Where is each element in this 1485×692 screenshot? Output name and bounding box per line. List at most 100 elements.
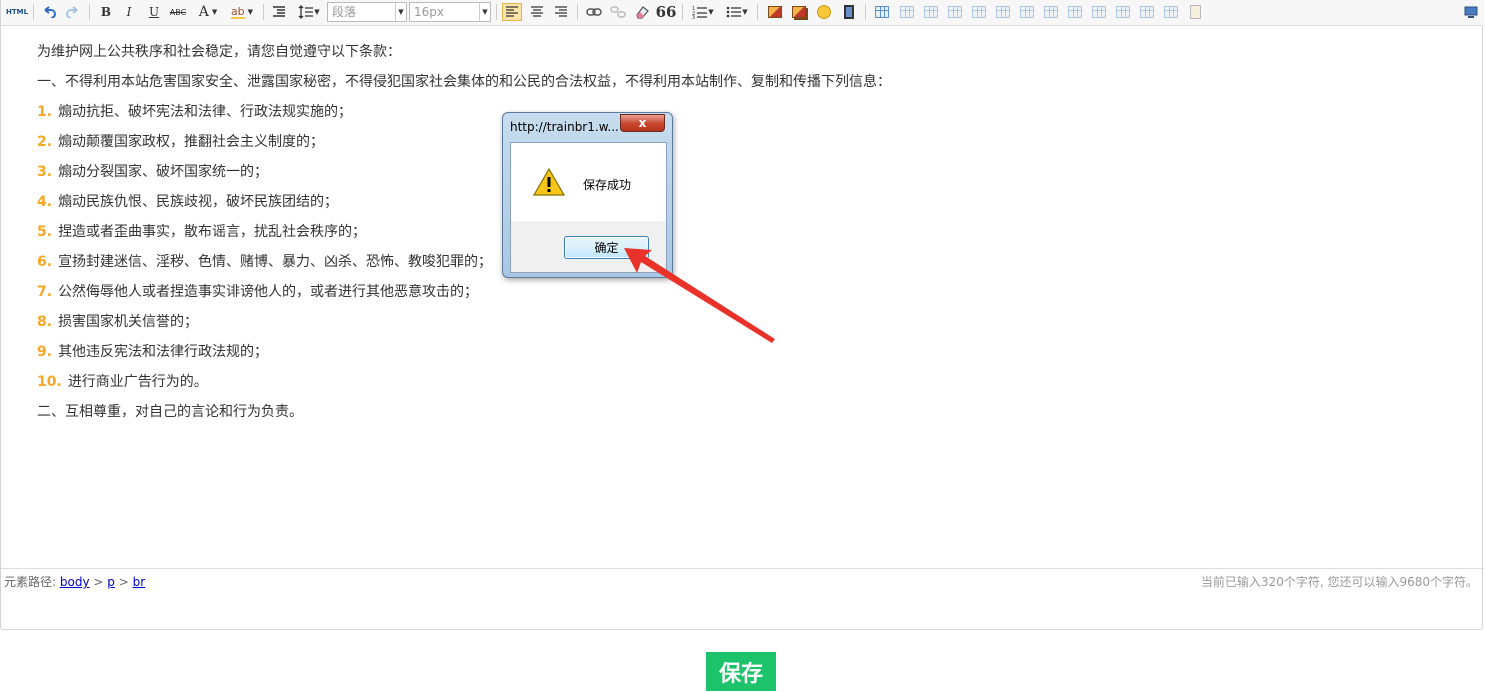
list-item-text: 进行商业广告行为的。 [67,374,208,390]
emotion-button[interactable] [814,3,834,21]
list-item-text: 煽动抗拒、破坏宪法和法律、行政法规实施的； [58,104,353,120]
insert-video-button[interactable] [839,3,859,21]
bold-button[interactable]: B [96,3,116,21]
split-rows-button[interactable] [1137,3,1157,21]
list-item-number: 8. [37,314,53,330]
multi-image-button[interactable] [789,3,809,21]
editor-content-area[interactable]: 为维护网上公共秩序和社会稳定，请您自觉遵守以下条款： 一、不得利用本站危害国家安… [1,27,1484,567]
list-item-number: 6. [37,254,53,270]
character-counter: 当前已输入320个字符, 您还可以输入9680个字符。 [1200,575,1478,589]
chevron-down-icon: ▼ [395,3,406,21]
list-item-text: 煽动颠覆国家政权，推翻社会主义制度的； [58,134,325,150]
list-item-text: 损害国家机关信誉的； [58,314,199,330]
path-crumb-body[interactable]: body [60,575,90,589]
unordered-list-button[interactable]: ▼ [723,3,751,21]
chevron-down-icon: ▼ [247,8,254,16]
eraser-button[interactable] [632,3,652,21]
undo-button[interactable] [39,3,59,21]
insert-table-button[interactable] [872,3,892,21]
italic-button[interactable]: I [119,3,139,21]
path-crumb-br[interactable]: br [133,575,146,589]
list-item: 6. 宣扬封建迷信、淫秽、色情、赌博、暴力、凶杀、恐怖、教唆犯罪的； [37,251,492,271]
align-center-icon [531,6,543,17]
merge-right-button[interactable] [1065,3,1085,21]
path-separator: > [93,575,104,589]
element-path-label: 元素路径: [4,575,57,589]
dialog-ok-button[interactable]: 确定 [564,236,649,259]
list-item: 9. 其他违反宪法和法律行政法规的； [37,341,268,361]
document-icon [1189,5,1201,19]
font-color-button[interactable]: A ▼ [195,3,221,21]
toolbar-separator [757,4,758,20]
toolbar-separator [33,4,34,20]
table-properties-button[interactable] [1185,3,1205,21]
insert-paragraph-before-table-button[interactable] [921,3,941,21]
line-height-button[interactable]: ▼ [295,3,323,21]
strikethrough-button[interactable]: ABC [168,3,188,21]
blockquote-button[interactable]: 66 [656,3,677,21]
insert-column-button[interactable] [993,3,1013,21]
table-icon [875,6,889,18]
eraser-icon [636,6,649,19]
underline-button[interactable]: U [144,3,164,21]
align-left-button[interactable] [502,3,522,21]
highlight-icon: ab [230,4,245,19]
align-right-button[interactable] [551,3,571,21]
delete-row-icon [972,6,986,18]
indent-button[interactable] [269,3,289,21]
list-item: 7. 公然侮辱他人或者捏造事实诽谤他人的，或者进行其他恶意攻击的； [37,281,478,301]
highlight-button[interactable]: ab ▼ [227,3,257,21]
align-right-icon [555,6,567,17]
list-item: 3. 煽动分裂国家、破坏国家统一的； [37,161,268,181]
dialog-title: http://trainbr1.w... [510,120,619,134]
chevron-down-icon: ▼ [479,3,490,21]
element-path-bar: 元素路径: body > p > br 当前已输入320个字符, 您还可以输入9… [1,568,1484,590]
delete-column-button[interactable] [1017,3,1037,21]
close-icon: x [638,116,647,130]
dialog-message: 保存成功 [583,178,632,192]
split-cells-button[interactable] [1113,3,1133,21]
list-item-text: 煽动民族仇恨、民族歧视，破坏民族团结的； [58,194,339,210]
film-icon [844,5,854,19]
paragraph-format-select[interactable]: 段落 ▼ [327,2,407,22]
align-left-icon [506,6,518,17]
list-item-number: 7. [37,284,53,300]
insert-image-button[interactable] [765,3,785,21]
chevron-down-icon: ▼ [211,8,218,16]
font-size-select[interactable]: 16px ▼ [409,2,491,22]
toolbar-separator [263,4,264,20]
split-rows-icon [1140,6,1154,18]
redo-icon [66,6,78,18]
clause-two-text: 二、互相尊重，对自己的言论和行为负责。 [37,404,303,420]
insert-row-icon [948,6,962,18]
save-button[interactable]: 保存 [706,652,776,691]
merge-cells-button[interactable] [1041,3,1061,21]
ordered-list-button[interactable]: 1 2 3 ▼ [689,3,717,21]
redo-button[interactable] [63,3,83,21]
list-item: 4. 煽动民族仇恨、民族歧视，破坏民族团结的； [37,191,338,211]
delete-row-button[interactable] [969,3,989,21]
list-item-text: 捏造或者歪曲事实，散布谣言，扰乱社会秩序的； [58,224,367,240]
unlink-button[interactable] [608,3,628,21]
warning-icon [533,168,565,196]
merge-down-button[interactable] [1089,3,1109,21]
link-button[interactable] [584,3,604,21]
delete-table-button[interactable] [897,3,917,21]
delete-column-icon [1020,6,1034,18]
list-item-text: 宣扬封建迷信、淫秽、色情、赌博、暴力、凶杀、恐怖、教唆犯罪的； [58,254,493,270]
dialog-body: 保存成功 确定 [510,142,667,273]
align-center-button[interactable] [527,3,547,21]
path-crumb-p[interactable]: p [107,575,115,589]
dialog-close-button[interactable]: x [620,114,665,132]
fullscreen-button[interactable] [1461,3,1481,21]
toolbar-separator [865,4,866,20]
insert-row-button[interactable] [945,3,965,21]
chevron-down-icon: ▼ [314,8,320,16]
intro-text: 为维护网上公共秩序和社会稳定，请您自觉遵守以下条款： [37,44,401,60]
html-source-button[interactable]: HTML [6,3,28,21]
paragraph-format-value: 段落 [332,5,357,19]
path-separator: > [118,575,129,589]
merge-down-icon [1092,6,1106,18]
split-columns-button[interactable] [1161,3,1181,21]
toolbar-separator [682,4,683,20]
